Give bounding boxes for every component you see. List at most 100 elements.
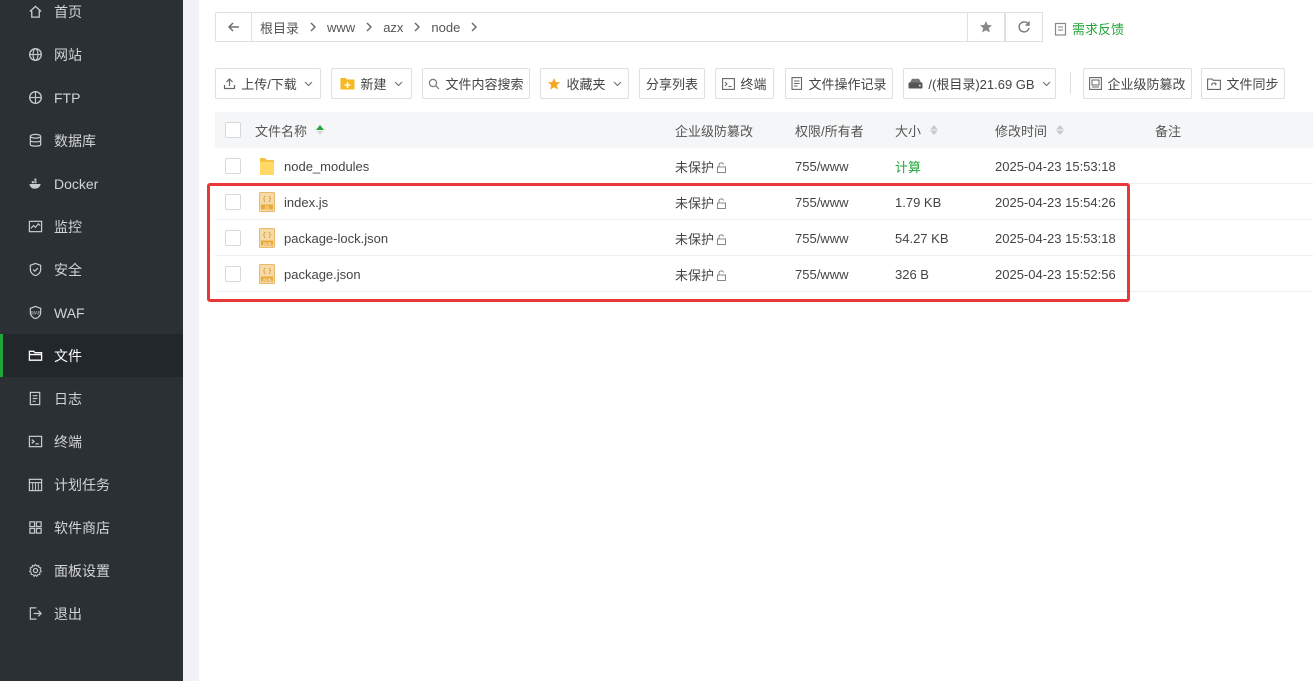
- column-header-label: 大小: [895, 123, 922, 139]
- new-button[interactable]: 新建: [331, 68, 412, 99]
- size-cell[interactable]: 计算: [895, 148, 921, 184]
- sidebar-item-label: 退出: [54, 605, 82, 622]
- permission: 755/www: [795, 266, 849, 282]
- share-list-button[interactable]: 分享列表: [639, 68, 705, 99]
- modified-time-cell: 2025-04-23 15:52:56: [995, 256, 1116, 292]
- document-icon: [791, 77, 803, 90]
- sidebar-item-security[interactable]: 安全: [0, 248, 183, 291]
- tamper-status-cell[interactable]: 未保护: [675, 220, 727, 256]
- tamper-protection-button[interactable]: 企业级防篡改: [1083, 68, 1192, 99]
- hard-drive-icon: [908, 78, 923, 89]
- file-name-cell[interactable]: { } JSON package-lock.json: [259, 220, 388, 256]
- gear-icon: [28, 563, 43, 578]
- sidebar-item-monitor[interactable]: 监控: [0, 205, 183, 248]
- sidebar-item-docker[interactable]: Docker: [0, 162, 183, 205]
- tamper-protection-label: 企业级防篡改: [1107, 77, 1186, 92]
- terminal-button[interactable]: 终端: [715, 68, 774, 99]
- sidebar-item-website[interactable]: 网站: [0, 33, 183, 76]
- feedback-link[interactable]: 需求反馈: [1054, 19, 1124, 38]
- row-checkbox[interactable]: [225, 194, 241, 210]
- file-name-cell[interactable]: node_modules: [259, 148, 369, 184]
- terminal-icon: [722, 77, 736, 90]
- column-header-tamper: 企业级防篡改: [675, 112, 753, 148]
- sidebar-item-home[interactable]: 首页: [0, 0, 183, 33]
- sidebar-item-label: 终端: [54, 433, 82, 450]
- row-checkbox[interactable]: [225, 158, 241, 174]
- calculate-size-link[interactable]: 计算: [895, 157, 921, 176]
- svg-text:{ }: { }: [262, 268, 272, 275]
- table-row[interactable]: { } JS index.js 未保护 755/www 1.79 KB 2025-…: [215, 184, 1313, 220]
- upload-download-button[interactable]: 上传/下载: [215, 68, 321, 99]
- column-header-size[interactable]: 大小: [895, 112, 939, 148]
- file-operation-log-button[interactable]: 文件操作记录: [785, 68, 893, 99]
- chevron-down-icon: [394, 81, 402, 86]
- database-icon: [28, 133, 43, 148]
- file-size: 54.27 KB: [895, 230, 949, 246]
- file-sync-button[interactable]: 文件同步: [1201, 68, 1285, 99]
- sidebar-item-ftp[interactable]: FTP: [0, 76, 183, 119]
- column-header-permission: 权限/所有者: [795, 112, 864, 148]
- permission-cell[interactable]: 755/www: [795, 220, 848, 256]
- tamper-status-cell[interactable]: 未保护: [675, 256, 727, 292]
- breadcrumb-node[interactable]: node: [431, 13, 488, 41]
- arrow-left-icon: [227, 22, 239, 32]
- sidebar-item-logout[interactable]: 退出: [0, 592, 183, 635]
- breadcrumb-root[interactable]: 根目录: [252, 13, 327, 41]
- sidebar-item-label: 软件商店: [54, 519, 110, 536]
- permission-cell[interactable]: 755/www: [795, 148, 848, 184]
- tamper-protect-icon: [1089, 77, 1103, 90]
- table-row[interactable]: { } JSON package-lock.json 未保护 755/www 54…: [215, 220, 1313, 256]
- breadcrumb-label: www: [327, 19, 356, 35]
- sidebar-item-cron[interactable]: 计划任务: [0, 463, 183, 506]
- json-file-icon: { } JSON: [259, 264, 275, 284]
- file-name-cell[interactable]: { } JSON package.json: [259, 256, 361, 292]
- favorites-button[interactable]: 收藏夹: [540, 68, 629, 99]
- permission: 755/www: [795, 158, 849, 174]
- back-button[interactable]: [216, 13, 252, 41]
- file-content-search-button[interactable]: 文件内容搜索: [422, 68, 530, 99]
- disk-selector[interactable]: /(根目录)21.69 GB: [903, 68, 1056, 99]
- breadcrumb-www[interactable]: www: [327, 13, 383, 41]
- chevron-down-icon: [613, 81, 621, 86]
- tamper-status-cell[interactable]: 未保护: [675, 184, 727, 220]
- sidebar-item-files[interactable]: 文件: [0, 334, 183, 377]
- permission-cell[interactable]: 755/www: [795, 256, 848, 292]
- upload-download-label: 上传/下载: [241, 77, 297, 92]
- log-icon: [28, 391, 43, 406]
- file-size: 1.79 KB: [895, 194, 942, 210]
- sidebar-item-store[interactable]: 软件商店: [0, 506, 183, 549]
- permission-cell[interactable]: 755/www: [795, 184, 848, 220]
- table-row[interactable]: node_modules 未保护 755/www 计算 2025-04-23 1…: [215, 148, 1313, 184]
- modified-time: 2025-04-23 15:53:18: [995, 158, 1116, 174]
- json-file-icon: { } JSON: [259, 228, 275, 248]
- file-content-search-label: 文件内容搜索: [445, 77, 524, 92]
- sidebar-item-waf[interactable]: WAF WAF: [0, 291, 183, 334]
- favorite-path-button[interactable]: [967, 12, 1005, 42]
- disk-label: /(根目录)21.69 GB: [928, 77, 1035, 92]
- column-header-modified-time[interactable]: 修改时间: [995, 112, 1065, 148]
- file-operation-log-label: 文件操作记录: [808, 77, 887, 92]
- permission: 755/www: [795, 194, 849, 210]
- tamper-status-cell[interactable]: 未保护: [675, 148, 727, 184]
- column-header-name[interactable]: 文件名称: [255, 112, 325, 148]
- refresh-button[interactable]: [1005, 12, 1043, 42]
- tamper-status: 未保护: [675, 231, 715, 247]
- row-checkbox[interactable]: [225, 230, 241, 246]
- terminal-icon: [28, 434, 43, 449]
- breadcrumb-label: 根目录: [260, 20, 300, 36]
- file-name-cell[interactable]: { } JS index.js: [259, 184, 328, 220]
- breadcrumb-azx[interactable]: azx: [383, 13, 431, 41]
- modified-time: 2025-04-23 15:54:26: [995, 194, 1116, 210]
- path-bar[interactable]: 根目录 www azx node: [215, 12, 1043, 42]
- select-all-checkbox[interactable]: [225, 122, 241, 138]
- sidebar-item-logs[interactable]: 日志: [0, 377, 183, 420]
- table-row[interactable]: { } JSON package.json 未保护 755/www 326 B 2…: [215, 256, 1313, 292]
- feedback-label: 需求反馈: [1072, 22, 1125, 37]
- row-checkbox[interactable]: [225, 266, 241, 282]
- file-name: package.json: [284, 266, 361, 282]
- svg-text:JSON: JSON: [262, 278, 272, 282]
- sidebar-item-terminal[interactable]: 终端: [0, 420, 183, 463]
- folder-icon: [28, 348, 43, 363]
- sidebar-item-database[interactable]: 数据库: [0, 119, 183, 162]
- sidebar-item-settings[interactable]: 面板设置: [0, 549, 183, 592]
